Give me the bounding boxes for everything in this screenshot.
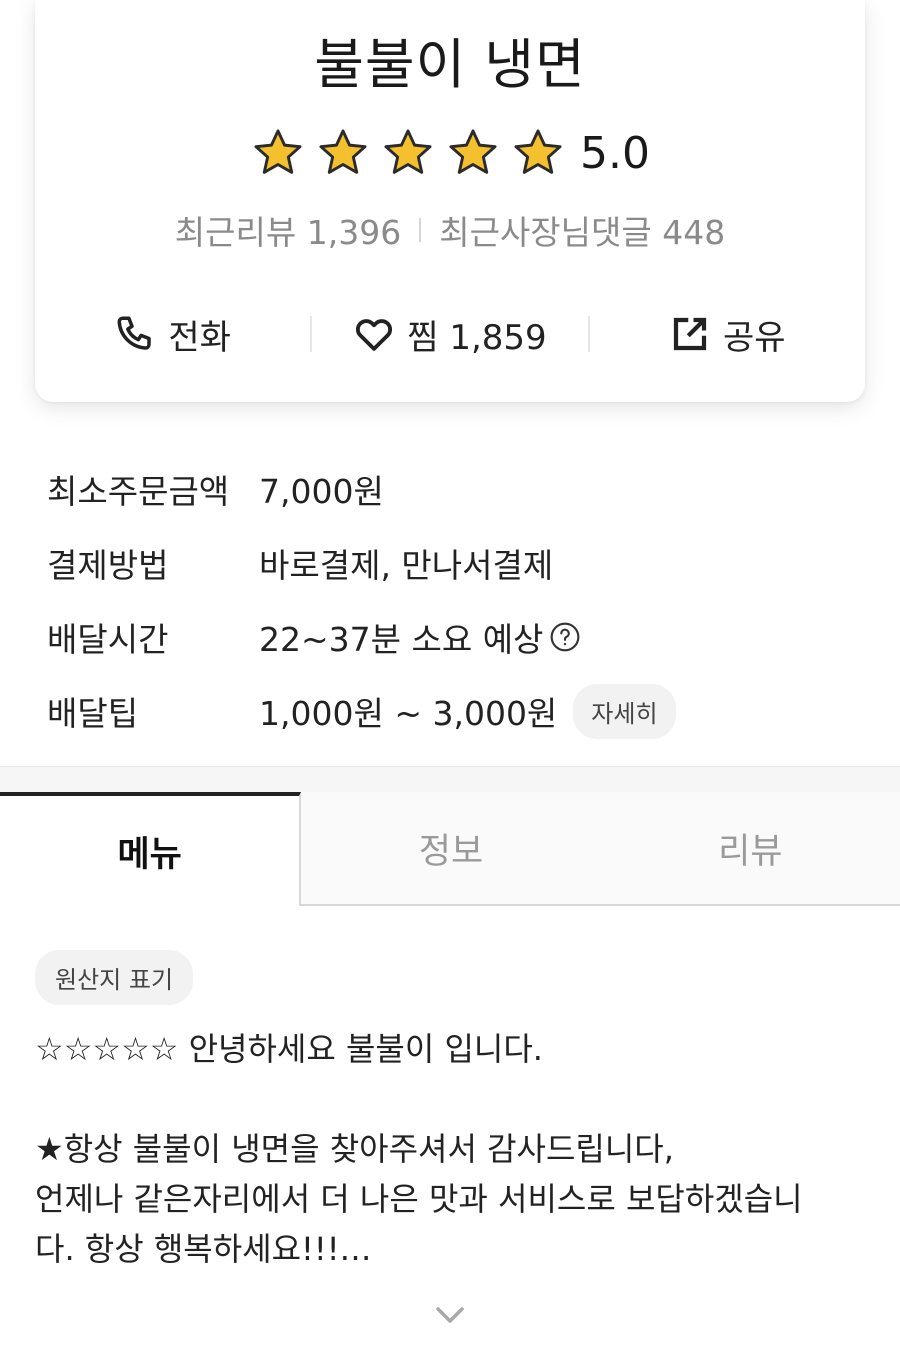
heart-icon [356, 319, 393, 351]
notice-line: ☆☆☆☆☆ 안녕하세요 불불이 입니다. [35, 1030, 543, 1068]
chevron-down-icon[interactable] [430, 1300, 470, 1330]
tab-reviews[interactable]: 리뷰 [600, 792, 900, 906]
question-circle-icon[interactable] [549, 621, 581, 653]
section-divider [0, 766, 900, 792]
delivery-time-text: 22~37분 소요 예상 [259, 620, 544, 659]
share-icon [673, 317, 707, 351]
delivery-time-value: 22~37분 소요 예상 [259, 613, 581, 661]
rating-stars [250, 126, 566, 180]
delivery-tip-detail-button[interactable]: 자세히 [573, 683, 676, 739]
share-label: 공유 [723, 317, 786, 358]
star-icon [254, 129, 302, 174]
tab-menu[interactable]: 메뉴 [0, 792, 302, 906]
delivery-tip-text: 1,000원 ~ 3,000원 [259, 694, 558, 733]
owner-replies-link[interactable]: 최근사장님댓글 448 [439, 206, 725, 254]
review-counts: 최근리뷰 1,396 최근사장님댓글 448 [35, 206, 865, 254]
min-order-label: 최소주문금액 [47, 472, 230, 511]
rating-value: 5.0 [580, 127, 650, 179]
like-button[interactable]: 찜 1,859 [312, 310, 587, 359]
delivery-time-label: 배달시간 [47, 620, 169, 659]
min-order-value: 7,000원 [259, 472, 384, 511]
store-summary-card: 불불이 냉면 5.0 최근리뷰 1,396 최근사장님댓글 448 전화 찜 1… [35, 0, 865, 402]
rating-row: 5.0 [35, 126, 865, 180]
like-count-label: 찜 1,859 [407, 317, 547, 358]
tab-info[interactable]: 정보 [301, 792, 601, 906]
notice-spacer [35, 1074, 865, 1124]
origin-label-button[interactable]: 원산지 표기 [35, 950, 194, 1005]
min-order-row: 최소주문금액 7,000원 [47, 452, 867, 526]
star-icon [319, 129, 367, 174]
call-button[interactable]: 전화 [35, 310, 310, 359]
payment-label: 결제방법 [47, 546, 169, 585]
delivery-tip-label: 배달팁 [47, 694, 139, 733]
delivery-time-row: 배달시간 22~37분 소요 예상 [47, 600, 867, 674]
delivery-tip-value: 1,000원 ~ 3,000원 자세히 [259, 683, 676, 739]
counts-divider [419, 218, 422, 242]
share-button[interactable]: 공유 [590, 310, 865, 359]
payment-value: 바로결제, 만나서결제 [259, 546, 554, 585]
payment-row: 결제방법 바로결제, 만나서결제 [47, 526, 867, 600]
action-bar: 전화 찜 1,859 공유 [35, 304, 865, 364]
star-icon [514, 129, 562, 174]
delivery-tip-row: 배달팁 1,000원 ~ 3,000원 자세히 [47, 674, 867, 748]
star-icon [384, 129, 432, 174]
recent-reviews-link[interactable]: 최근리뷰 1,396 [175, 206, 401, 254]
store-info-list: 최소주문금액 7,000원 결제방법 바로결제, 만나서결제 배달시간 22~3… [47, 452, 867, 748]
store-tabs: 메뉴 정보 리뷰 [0, 792, 900, 906]
phone-icon [117, 316, 152, 350]
call-label: 전화 [168, 317, 231, 358]
store-detail-page: 불불이 냉면 5.0 최근리뷰 1,396 최근사장님댓글 448 전화 찜 1… [0, 0, 900, 1350]
owner-notice[interactable]: ☆☆☆☆☆ 안녕하세요 불불이 입니다. ★항상 불불이 냉면을 찾아주셔서 감… [35, 1024, 865, 1274]
notice-line: 다. 항상 행복하세요!!!… [35, 1230, 372, 1268]
notice-line: 언제나 같은자리에서 더 나은 맛과 서비스로 보답하겠습니 [35, 1180, 803, 1218]
store-name: 불불이 냉면 [314, 33, 586, 96]
star-icon [449, 129, 497, 174]
notice-line: ★항상 불불이 냉면을 찾아주셔서 감사드립니다, [35, 1130, 674, 1168]
